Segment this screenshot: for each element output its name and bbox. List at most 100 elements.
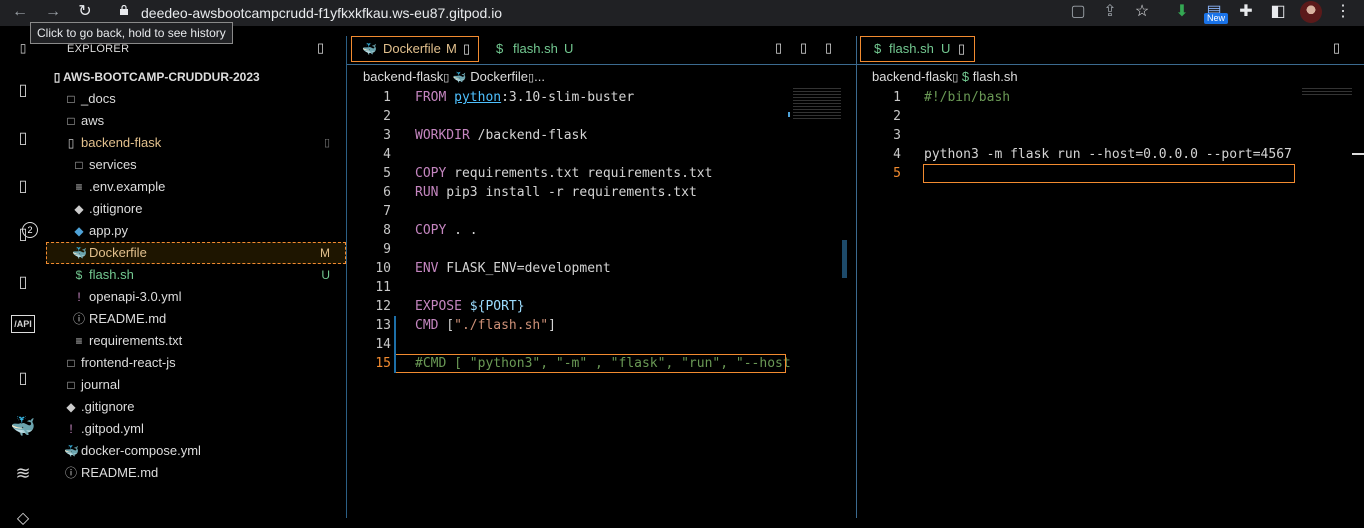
minimap[interactable] — [793, 88, 841, 120]
tree-item-label: README.md — [89, 311, 167, 326]
tree-item[interactable]: $ flash.sh U — [46, 264, 346, 286]
tab-flash-sh-right[interactable]: $ flash.sh U ▯ — [860, 36, 975, 62]
breadcrumb-file[interactable]: flash.sh — [973, 69, 1018, 84]
scrollbar-thumb[interactable] — [842, 240, 847, 278]
line-number: 11 — [375, 280, 391, 295]
tree-item[interactable]: ⓘ README.md — [46, 308, 346, 330]
docker-file-icon: 🐳 — [362, 42, 377, 56]
more-actions-icon[interactable]: ▯ — [1333, 36, 1340, 60]
tree-item[interactable]: ≡ requirements.txt — [46, 330, 346, 352]
back-arrow-icon[interactable]: ← — [10, 2, 30, 22]
run-debug-icon[interactable]: ▯ — [0, 224, 46, 244]
line-number: 14 — [375, 337, 391, 352]
tree-item[interactable]: □ aws — [46, 110, 346, 132]
tab-flash-sh[interactable]: $ flash.sh U — [482, 36, 602, 62]
open-changes-icon[interactable]: ▯ — [775, 36, 782, 60]
tree-item[interactable]: ▯ backend-flask ▯ — [46, 132, 346, 154]
star-icon[interactable]: ☆ — [1132, 2, 1152, 22]
avatar[interactable] — [1300, 1, 1322, 23]
more-icon[interactable]: ⋮ — [1333, 2, 1353, 22]
breadcrumb-folder[interactable]: backend-flask — [872, 69, 952, 84]
database-icon[interactable]: ≋ — [0, 463, 46, 484]
editor-left[interactable]: 1 FROM python:3.10-slim-buster 2 3 WORKDIR /… — [347, 88, 842, 378]
file-type-icon: ⓘ — [72, 312, 85, 326]
extensions-icon[interactable]: ▯ — [0, 272, 46, 292]
breadcrumb-file[interactable]: Dockerfile — [470, 69, 528, 84]
file-type-icon: □ — [67, 92, 75, 106]
code-line: WORKDIR /backend-flask — [415, 128, 588, 143]
tree-item[interactable]: □ frontend-react-js — [46, 352, 346, 374]
back-tooltip: Click to go back, hold to see history — [30, 22, 233, 44]
tree-item[interactable]: ◆ .gitignore — [46, 396, 346, 418]
split-editor-icon[interactable]: ▯ — [800, 36, 807, 60]
tab-search-icon[interactable]: ▢ — [1068, 2, 1088, 22]
tree-item[interactable]: 🐳 docker-compose.yml — [46, 440, 346, 462]
sidebar-icon[interactable]: ◧ — [1268, 2, 1288, 22]
line-number: 10 — [375, 261, 391, 276]
scrollbar-marker — [1352, 153, 1364, 155]
search-icon[interactable]: ▯ — [0, 128, 46, 148]
download-icon[interactable]: ⬇ — [1172, 2, 1192, 22]
chevron-down-icon: ▯ — [53, 70, 61, 84]
file-type-icon: □ — [67, 114, 75, 128]
file-type-icon: 🐳 — [64, 444, 79, 458]
line-number: 12 — [375, 299, 391, 314]
reload-icon[interactable]: ↻ — [75, 2, 95, 22]
line-number: 8 — [383, 223, 391, 238]
breadcrumb-right: backend-flask▯ $ flash.sh — [872, 68, 1018, 88]
close-icon[interactable]: ▯ — [958, 37, 965, 61]
left-tabbar: 🐳 Dockerfile M ▯ $ flash.sh U ▯ ▯ ▯ — [347, 36, 856, 64]
tree-item-label: openapi-3.0.yml — [89, 289, 182, 304]
tree-item-label: docker-compose.yml — [81, 443, 201, 458]
file-type-icon: ▯ — [67, 136, 75, 150]
activity-bar: ▯ ▯ ▯ ▯ 2 ▯ ▯ /API ▯ 🐳 ≋ ◇ — [0, 36, 46, 527]
tree-item[interactable]: □ _docs — [46, 88, 346, 110]
file-type-icon: ◆ — [74, 224, 84, 238]
tree-root[interactable]: ▯ AWS-BOOTCAMP-CRUDDUR-2023 — [46, 66, 346, 88]
docker-icon[interactable]: 🐳 — [0, 414, 46, 439]
tree-item[interactable]: 🐳 Dockerfile M — [46, 242, 346, 264]
explorer-icon[interactable]: ▯ — [0, 80, 46, 100]
line-number: 7 — [383, 204, 391, 219]
tree-item[interactable]: □ journal — [46, 374, 346, 396]
tree-item[interactable]: ⓘ README.md — [46, 462, 346, 484]
tree-item[interactable]: □ services — [46, 154, 346, 176]
minimap[interactable] — [1302, 88, 1352, 96]
tree-item[interactable]: ≡ .env.example — [46, 176, 346, 198]
explorer-more-icon[interactable]: ▯ — [317, 40, 324, 56]
line-number: 5 — [383, 166, 391, 181]
shell-file-icon: $ — [961, 69, 970, 84]
line-number: 1 — [893, 90, 901, 105]
lock-icon[interactable] — [119, 5, 129, 15]
tab-dockerfile[interactable]: 🐳 Dockerfile M ▯ — [351, 36, 479, 62]
puzzle-icon[interactable]: ✚ — [1236, 2, 1256, 22]
tree-item-label: .gitignore — [89, 201, 143, 216]
address-bar[interactable]: deedeo-awsbootcampcrudd-f1yfkxkfkau.ws-e… — [141, 4, 502, 22]
api-icon[interactable]: /API — [0, 315, 46, 333]
share-icon[interactable]: ⇪ — [1100, 2, 1120, 22]
breadcrumb-left: backend-flask▯ 🐳 Dockerfile▯... — [363, 69, 545, 84]
tree-item[interactable]: ! .gitpod.yml — [46, 418, 346, 440]
tree-item-label: _docs — [81, 91, 116, 106]
file-type-icon: □ — [67, 378, 75, 392]
remote-explorer-icon[interactable]: ▯ — [0, 368, 46, 388]
more-actions-icon[interactable]: ▯ — [825, 36, 832, 60]
package-icon[interactable]: ◇ — [0, 508, 46, 528]
breadcrumb-folder[interactable]: backend-flask — [363, 69, 443, 84]
tree-item-label: services — [89, 157, 137, 172]
source-control-icon[interactable]: ▯ — [0, 176, 46, 196]
line-number: 9 — [383, 242, 391, 257]
close-icon[interactable]: ▯ — [463, 37, 470, 61]
git-change-gutter — [394, 316, 396, 373]
tree-item-label: requirements.txt — [89, 333, 183, 348]
line-number: 3 — [893, 128, 901, 143]
forward-arrow-icon[interactable]: → — [43, 2, 63, 22]
file-type-icon: □ — [67, 356, 75, 370]
explorer-title: EXPLORER — [67, 43, 130, 55]
tree-item[interactable]: ◆ .gitignore — [46, 198, 346, 220]
tree-item-label: .gitpod.yml — [81, 421, 144, 436]
file-type-icon: ≡ — [75, 180, 83, 194]
tree-item[interactable]: ◆ app.py — [46, 220, 346, 242]
line-number: 2 — [383, 109, 391, 124]
tree-item[interactable]: ! openapi-3.0.yml — [46, 286, 346, 308]
